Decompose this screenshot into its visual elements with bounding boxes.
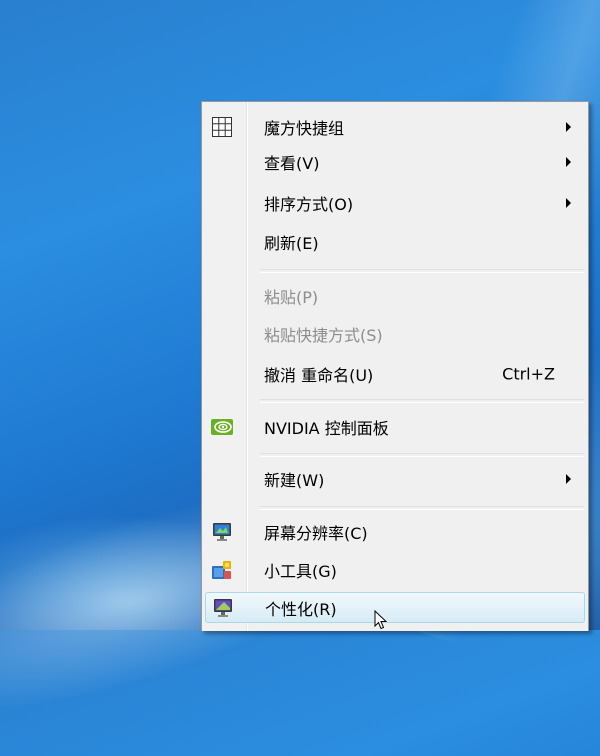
menu-item-label: 排序方式(O) — [264, 194, 354, 214]
personalize-icon — [211, 596, 235, 620]
menu-item-label: 屏幕分辨率(C) — [264, 523, 368, 543]
menu-item-shortcut: Ctrl+Z — [502, 364, 555, 383]
menu-item-gadgets[interactable]: 小工具(G) — [205, 554, 585, 585]
menu-item-personalize[interactable]: 个性化(R) — [205, 592, 585, 623]
menu-item-sort-by[interactable]: 排序方式(O) — [205, 187, 585, 218]
menu-item-mofang-shortcuts[interactable]: 魔方快捷组 — [205, 111, 585, 142]
menu-item-undo-rename[interactable]: 撤消 重命名(U) Ctrl+Z — [205, 358, 585, 389]
menu-item-new[interactable]: 新建(W) — [205, 463, 585, 494]
menu-item-paste: 粘贴(P) — [205, 280, 585, 311]
nvidia-icon — [210, 415, 234, 439]
monitor-icon — [210, 520, 234, 544]
mouse-pointer-icon — [374, 609, 388, 634]
menu-item-label: 粘贴快捷方式(S) — [264, 325, 383, 345]
menu-separator — [260, 453, 584, 457]
menu-separator — [260, 269, 584, 273]
menu-item-screen-resolution[interactable]: 屏幕分辨率(C) — [205, 516, 585, 547]
menu-item-view[interactable]: 查看(V) — [205, 146, 585, 177]
submenu-arrow-icon — [566, 156, 571, 167]
submenu-arrow-icon — [566, 197, 571, 208]
desktop-context-menu: 魔方快捷组 查看(V) 排序方式(O) 刷新(E) 粘贴(P) 粘贴快捷方式(S… — [201, 101, 589, 631]
menu-item-label: 小工具(G) — [264, 561, 337, 581]
menu-item-paste-shortcut: 粘贴快捷方式(S) — [205, 318, 585, 349]
menu-item-nvidia-control-panel[interactable]: NVIDIA 控制面板 — [205, 411, 585, 442]
grid-icon — [210, 115, 234, 139]
submenu-arrow-icon — [566, 121, 571, 132]
menu-separator — [260, 399, 584, 403]
gadgets-icon — [210, 558, 234, 582]
menu-item-refresh[interactable]: 刷新(E) — [205, 226, 585, 257]
menu-item-label: 新建(W) — [264, 470, 325, 490]
menu-item-label: NVIDIA 控制面板 — [264, 418, 389, 438]
menu-item-label: 查看(V) — [264, 153, 320, 173]
menu-item-label: 粘贴(P) — [264, 287, 319, 307]
menu-item-label: 撤消 重命名(U) — [264, 365, 374, 385]
menu-separator — [260, 506, 584, 510]
submenu-arrow-icon — [566, 473, 571, 484]
menu-item-label: 魔方快捷组 — [264, 118, 345, 138]
menu-item-label: 个性化(R) — [265, 599, 337, 619]
menu-item-label: 刷新(E) — [264, 233, 319, 253]
